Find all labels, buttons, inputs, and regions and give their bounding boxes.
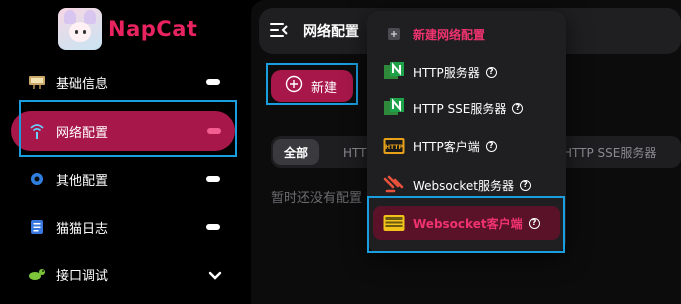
sidebar-item-basic-info[interactable]: 基础信息 [22, 66, 236, 98]
dropdown-item-http-sse-server[interactable]: HTTP SSE服务器 ? [373, 93, 560, 123]
svg-text:HTTP: HTTP [385, 144, 403, 151]
add-icon [383, 23, 405, 45]
help-icon[interactable]: ? [485, 66, 497, 78]
dropdown-item-label: Websocket服务器 [413, 178, 514, 193]
tab-all[interactable]: 全部 [273, 139, 319, 165]
sidebar-item-label: 其他配置 [56, 173, 109, 189]
highlight-box-websocket-client [367, 196, 565, 253]
sidebar: NapCat 基础信息 网络配置 其他配置 猫猫日志 接口调试 [0, 0, 251, 304]
empty-state-text: 暂时还没有配置 [271, 191, 363, 206]
dropdown-item-label: HTTP服务器 [413, 65, 480, 80]
sidebar-item-logs[interactable]: 猫猫日志 [22, 211, 236, 243]
highlight-box-network [19, 100, 237, 157]
sidebar-item-label: 猫猫日志 [56, 221, 109, 237]
napcat-logo [58, 8, 102, 50]
sidebar-item-api-debug[interactable]: 接口调试 [22, 258, 236, 290]
highlight-box-new [266, 63, 358, 105]
http-client-icon: HTTP [383, 135, 405, 157]
chevron-down-icon[interactable] [208, 266, 222, 285]
sidebar-item-label: 接口调试 [56, 268, 109, 284]
http-server-icon [383, 61, 405, 83]
gear-icon [28, 170, 46, 188]
toggle-pill [206, 79, 220, 85]
page-title: 网络配置 [303, 24, 359, 40]
dropdown-header: 新建网络配置 [373, 19, 560, 49]
info-board-icon [28, 73, 46, 91]
dropdown-item-http-server[interactable]: HTTP服务器 ? [373, 57, 560, 87]
dropdown-item-label: HTTP SSE服务器 [413, 101, 507, 116]
toggle-pill [206, 176, 220, 182]
websocket-server-icon [383, 174, 405, 196]
bug-icon [28, 265, 46, 283]
log-icon [28, 218, 46, 236]
dropdown-item-http-client[interactable]: HTTP HTTP客户端 ? [373, 131, 560, 161]
toggle-pill [206, 224, 220, 230]
help-icon[interactable]: ? [519, 179, 531, 191]
sidebar-item-other-settings[interactable]: 其他配置 [22, 163, 236, 195]
brand-name: NapCat [108, 17, 198, 41]
help-icon[interactable]: ? [512, 102, 524, 114]
http-sse-icon [383, 97, 405, 119]
help-icon[interactable]: ? [485, 140, 497, 152]
dropdown-item-label: HTTP客户端 [413, 139, 480, 154]
tab-http-sse-server[interactable]: HTTP SSE服务器 [563, 136, 656, 168]
brand: NapCat [58, 8, 197, 50]
sidebar-item-label: 基础信息 [56, 76, 109, 92]
menu-collapse-icon[interactable] [269, 21, 289, 43]
dropdown-header-label: 新建网络配置 [413, 27, 486, 42]
